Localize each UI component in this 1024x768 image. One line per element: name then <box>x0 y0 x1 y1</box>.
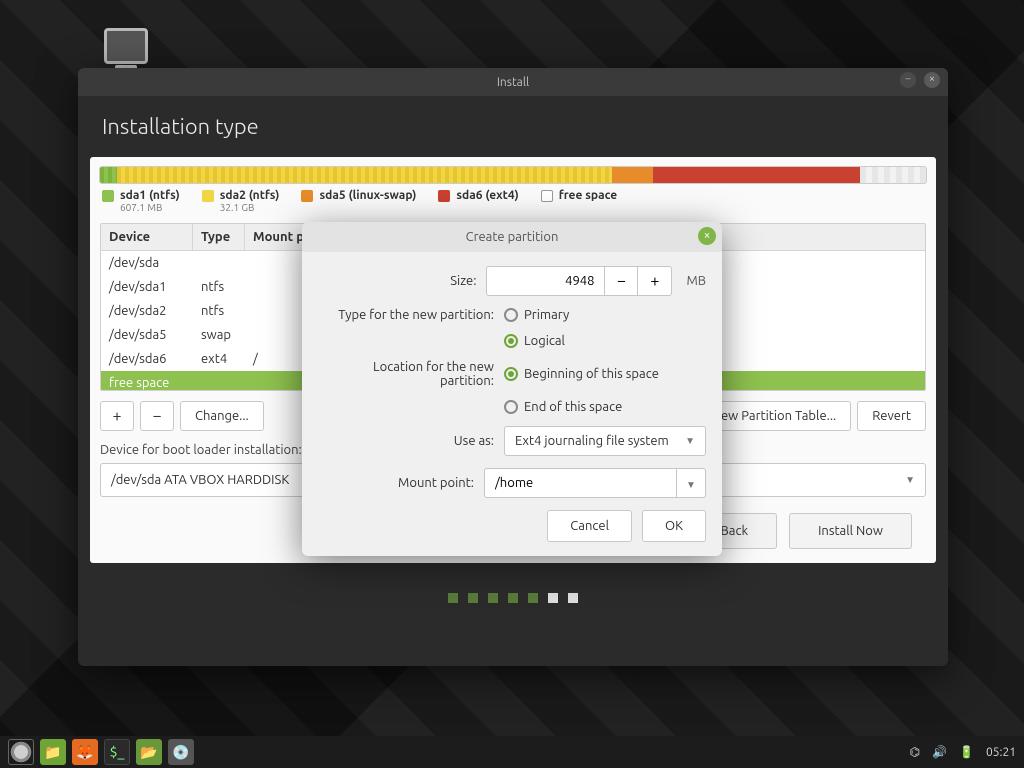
th-device[interactable]: Device <box>101 224 193 250</box>
taskbar[interactable]: 📁 🦊 $_ 📂 💿 ⌬ 🔊 🔋 05:21 <box>0 736 1024 768</box>
remove-partition-button[interactable]: − <box>140 401 174 431</box>
change-partition-button[interactable]: Change... <box>180 401 264 431</box>
legend-sda6: sda6 (ext4) <box>438 189 518 213</box>
volume-icon[interactable]: 🔊 <box>932 745 947 759</box>
dialog-close-button[interactable]: × <box>698 227 716 245</box>
firefox-icon[interactable]: 🦊 <box>72 739 98 765</box>
partbar-seg-free[interactable] <box>860 167 926 183</box>
window-titlebar: Install − × <box>78 68 948 96</box>
size-increment-button[interactable]: + <box>638 266 672 296</box>
folder-icon[interactable]: 📂 <box>136 739 162 765</box>
dot-icon <box>468 593 478 603</box>
mount-point-combo[interactable]: ▼ <box>484 468 706 498</box>
radio-icon <box>504 367 518 381</box>
dot-icon <box>548 593 558 603</box>
size-label: Size: <box>318 274 486 288</box>
page-heading: Installation type <box>78 96 948 157</box>
radio-icon <box>504 400 518 414</box>
radio-icon <box>504 308 518 322</box>
legend-free: free space <box>541 189 617 213</box>
partbar-seg-sda6[interactable] <box>653 167 860 183</box>
legend-sda2: sda2 (ntfs)32.1 GB <box>202 189 280 213</box>
dialog-ok-button[interactable]: OK <box>642 510 706 542</box>
battery-icon[interactable]: 🔋 <box>959 745 974 759</box>
legend-sda5: sda5 (linux-swap) <box>301 189 416 213</box>
radio-end[interactable]: End of this space <box>504 400 706 414</box>
dialog-titlebar: Create partition × <box>302 222 722 252</box>
revert-button[interactable]: Revert <box>857 401 926 431</box>
partition-legend: sda1 (ntfs)607.1 MB sda2 (ntfs)32.1 GB s… <box>100 183 926 223</box>
size-input[interactable] <box>486 266 604 296</box>
clock[interactable]: 05:21 <box>986 746 1016 759</box>
partbar-seg-sda5[interactable] <box>612 167 653 183</box>
file-manager-icon[interactable]: 📁 <box>40 739 66 765</box>
radio-icon <box>504 334 518 348</box>
size-spinner: − + <box>486 266 672 296</box>
useas-label: Use as: <box>318 434 504 448</box>
dot-icon <box>508 593 518 603</box>
th-type[interactable]: Type <box>193 224 245 250</box>
useas-select[interactable]: Ext4 journaling file system ▼ <box>504 426 706 456</box>
location-label: Location for the new partition: <box>318 360 504 388</box>
mount-point-input[interactable] <box>484 468 676 498</box>
dialog-title: Create partition <box>466 230 559 244</box>
window-title: Install <box>497 76 529 89</box>
swatch-icon <box>102 190 114 202</box>
dot-icon <box>448 593 458 603</box>
swatch-icon <box>301 190 313 202</box>
swatch-icon <box>541 190 553 202</box>
swatch-icon <box>202 190 214 202</box>
install-now-button[interactable]: Install Now <box>789 513 912 549</box>
radio-logical[interactable]: Logical <box>504 334 706 348</box>
radio-beginning[interactable]: Beginning of this space <box>504 367 706 381</box>
progress-dots <box>78 593 948 603</box>
dot-icon <box>568 593 578 603</box>
desktop-computer-icon[interactable] <box>104 28 148 64</box>
start-menu-button[interactable] <box>8 739 34 765</box>
partbar-seg-sda2[interactable] <box>117 167 613 183</box>
size-decrement-button[interactable]: − <box>604 266 638 296</box>
create-partition-dialog: Create partition × Size: − + MB Type for… <box>302 222 722 556</box>
partition-bar[interactable] <box>100 167 926 183</box>
mount-point-dropdown-button[interactable]: ▼ <box>676 468 706 498</box>
network-icon[interactable]: ⌬ <box>910 745 920 759</box>
chevron-down-icon: ▼ <box>905 474 915 486</box>
system-tray: ⌬ 🔊 🔋 05:21 <box>910 745 1016 759</box>
type-label: Type for the new partition: <box>318 308 504 322</box>
swatch-icon <box>438 190 450 202</box>
minimize-button[interactable]: − <box>900 72 916 88</box>
installer-taskbar-icon[interactable]: 💿 <box>168 739 194 765</box>
chevron-down-icon: ▼ <box>685 435 695 447</box>
chevron-down-icon: ▼ <box>686 479 696 490</box>
close-button[interactable]: × <box>924 72 940 88</box>
dialog-cancel-button[interactable]: Cancel <box>547 510 632 542</box>
size-unit: MB <box>686 274 706 288</box>
dot-icon <box>528 593 538 603</box>
add-partition-button[interactable]: + <box>100 401 134 431</box>
terminal-icon[interactable]: $_ <box>104 739 130 765</box>
bootloader-value: /dev/sda ATA VBOX HARDDISK <box>111 473 289 487</box>
dot-icon <box>488 593 498 603</box>
legend-sda1: sda1 (ntfs)607.1 MB <box>102 189 180 213</box>
mount-label: Mount point: <box>318 476 484 490</box>
partbar-seg-sda1[interactable] <box>100 167 117 183</box>
radio-primary[interactable]: Primary <box>504 308 706 322</box>
